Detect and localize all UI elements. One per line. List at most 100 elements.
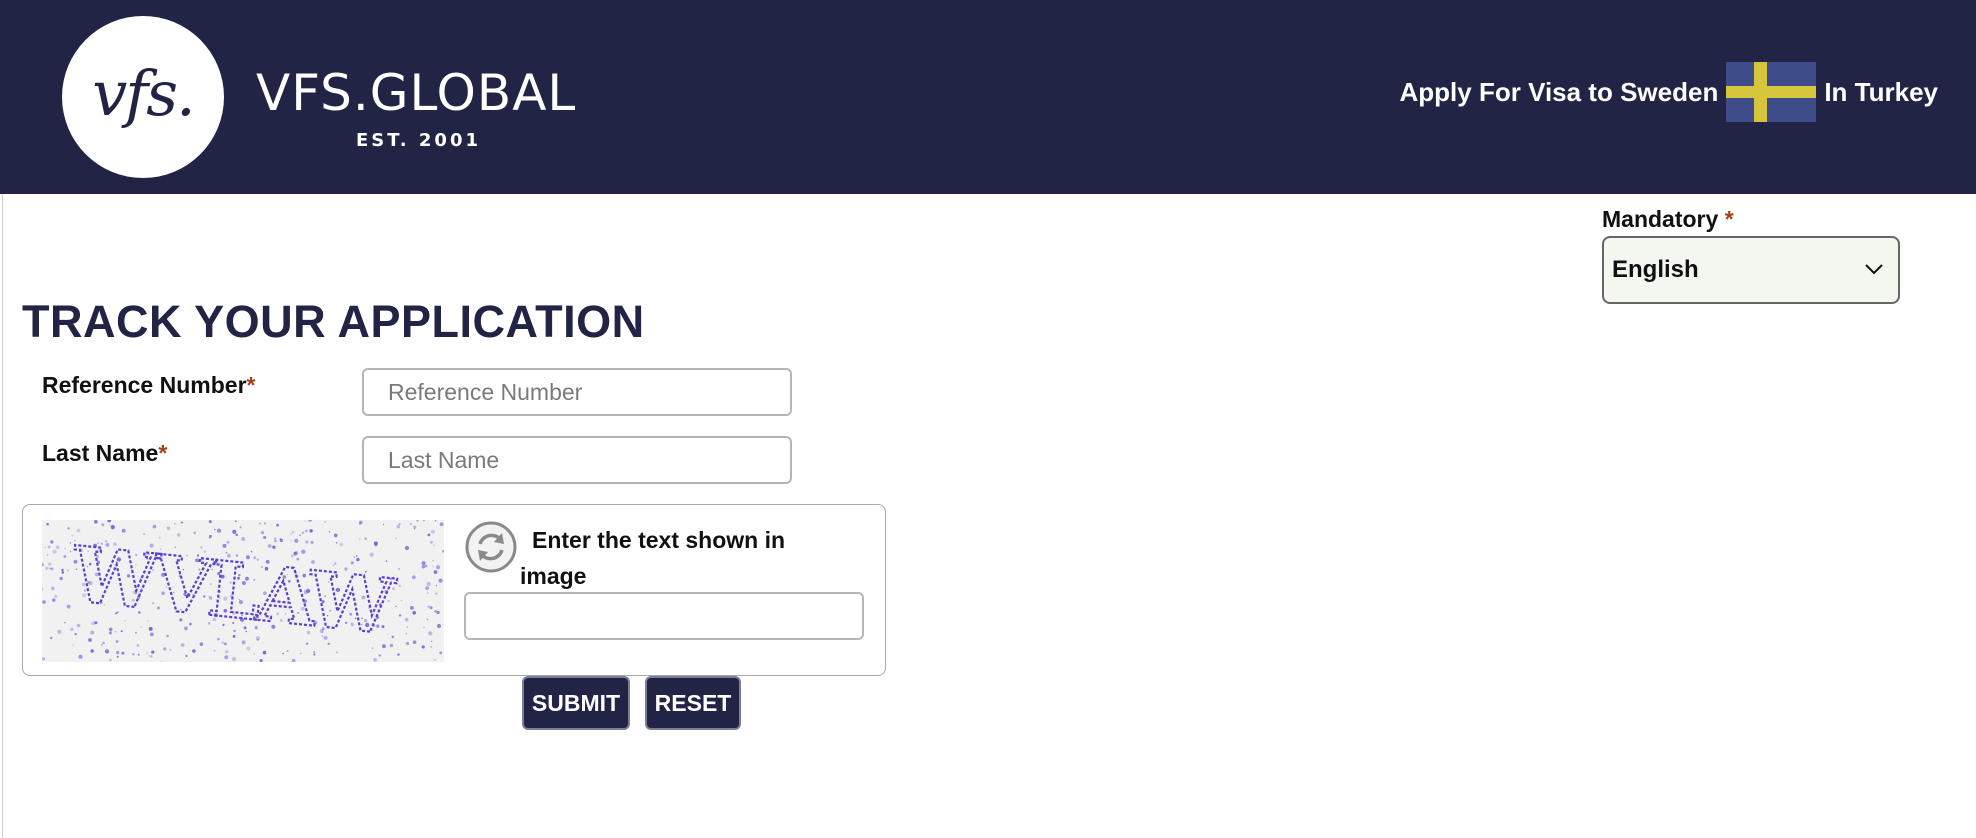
captcha-noise-dot bbox=[208, 520, 212, 524]
captcha-noise-dot bbox=[208, 536, 211, 539]
required-marker: * bbox=[1724, 206, 1734, 232]
captcha-noise-dot bbox=[389, 643, 394, 648]
captcha-noise-dot bbox=[364, 537, 367, 540]
captcha-noise-dot bbox=[136, 644, 140, 647]
captcha-noise-dot bbox=[241, 537, 246, 541]
reference-number-input[interactable] bbox=[362, 368, 792, 416]
captcha-noise-dot bbox=[246, 646, 251, 651]
last-name-label-text: Last Name bbox=[42, 440, 159, 466]
captcha-noise-dot bbox=[333, 533, 338, 538]
captcha-noise-dot bbox=[46, 522, 49, 526]
last-name-input[interactable] bbox=[362, 436, 792, 484]
captcha-noise-dot bbox=[426, 581, 431, 587]
captcha-noise-dot bbox=[232, 657, 237, 662]
captcha-noise-dot bbox=[149, 632, 154, 637]
captcha-noise-dot bbox=[410, 606, 414, 610]
captcha-noise-dot bbox=[427, 605, 430, 608]
captcha-noise-dot bbox=[221, 641, 225, 644]
captcha-noise-dot bbox=[436, 565, 441, 570]
captcha-noise-dot bbox=[425, 586, 429, 591]
page: vfs. VFS.GLOBAL EST. 2001 Apply For Visa… bbox=[0, 0, 1976, 838]
captcha-noise-dot bbox=[286, 650, 289, 652]
captcha-noise-dot bbox=[413, 525, 417, 529]
captcha-noise-dot bbox=[263, 535, 267, 540]
captcha-noise-dot bbox=[94, 520, 98, 524]
brand-established: EST. 2001 bbox=[356, 130, 482, 151]
captcha-noise-dot bbox=[274, 539, 277, 543]
captcha-noise-dot bbox=[42, 600, 46, 604]
captcha-noise-dot bbox=[66, 569, 69, 572]
captcha-noise-dot bbox=[339, 542, 343, 547]
captcha-noise-dot bbox=[272, 545, 276, 549]
captcha-noise-dot bbox=[433, 658, 436, 661]
captcha-noise-dot bbox=[224, 655, 229, 660]
brand-name: VFS.GLOBAL bbox=[256, 64, 577, 122]
captcha-noise-dot bbox=[262, 650, 267, 655]
captcha-noise-dot bbox=[115, 631, 117, 633]
captcha-noise-dot bbox=[146, 652, 149, 655]
captcha-noise-dot bbox=[132, 653, 135, 656]
captcha-noise-dot bbox=[431, 640, 433, 642]
captcha-noise-dot bbox=[400, 600, 403, 602]
captcha-noise-dot bbox=[152, 524, 157, 529]
captcha-noise-dot bbox=[94, 621, 98, 625]
captcha-noise-dot bbox=[430, 645, 433, 648]
captcha-noise-dot bbox=[61, 571, 65, 574]
submit-button[interactable]: SUBMIT bbox=[522, 676, 630, 730]
language-select[interactable]: English bbox=[1602, 236, 1900, 304]
captcha-noise-dot bbox=[412, 611, 417, 615]
captcha-noise-dot bbox=[431, 529, 435, 534]
captcha-noise-dot bbox=[274, 537, 277, 540]
captcha-noise-dot bbox=[48, 562, 52, 566]
captcha-noise-dot bbox=[143, 533, 145, 535]
refresh-icon[interactable] bbox=[464, 520, 518, 574]
captcha-noise-dot bbox=[294, 538, 299, 543]
captcha-noise-dot bbox=[313, 653, 316, 656]
captcha-noise-dot bbox=[378, 654, 381, 657]
captcha-noise-dot bbox=[137, 653, 140, 656]
captcha-noise-dot bbox=[74, 632, 77, 636]
last-name-label: Last Name* bbox=[42, 440, 167, 467]
captcha-noise-dot bbox=[193, 531, 197, 535]
captcha-noise-dot bbox=[225, 650, 229, 654]
captcha-noise-dot bbox=[148, 626, 153, 631]
captcha-noise-dot bbox=[432, 566, 434, 568]
captcha-noise-dot bbox=[300, 652, 302, 655]
captcha-noise-dot bbox=[49, 567, 51, 570]
captcha-noise-dot bbox=[304, 520, 306, 522]
content-border bbox=[2, 194, 3, 838]
captcha-noise-dot bbox=[148, 655, 150, 657]
captcha-noise-dot bbox=[174, 523, 176, 525]
captcha-noise-dot bbox=[90, 630, 95, 635]
captcha-noise-dot bbox=[115, 650, 120, 655]
captcha-noise-dot bbox=[166, 634, 169, 638]
captcha-noise-dot bbox=[57, 629, 62, 634]
captcha-noise-dot bbox=[421, 565, 425, 569]
captcha-noise-dot bbox=[42, 657, 46, 661]
captcha-input[interactable] bbox=[464, 592, 864, 640]
captcha-noise-dot bbox=[63, 555, 67, 558]
vfs-logo[interactable]: vfs. bbox=[62, 16, 224, 178]
captcha-noise-dot bbox=[429, 540, 433, 544]
captcha-noise-dot bbox=[304, 529, 308, 533]
captcha-noise-dot bbox=[110, 525, 115, 530]
captcha-noise-dot bbox=[406, 642, 409, 645]
captcha-noise-dot bbox=[310, 540, 314, 544]
captcha-noise-dot bbox=[309, 529, 313, 533]
captcha-noise-dot bbox=[421, 561, 426, 566]
captcha-noise-dot bbox=[64, 547, 66, 550]
chevron-down-icon bbox=[1865, 264, 1883, 275]
captcha-noise-dot bbox=[61, 568, 64, 572]
site-header: vfs. VFS.GLOBAL EST. 2001 Apply For Visa… bbox=[0, 0, 1976, 194]
captcha-noise-dot bbox=[78, 654, 83, 659]
captcha-noise-dot bbox=[151, 650, 155, 654]
reset-button[interactable]: RESET bbox=[645, 676, 741, 730]
captcha-noise-dot bbox=[102, 641, 105, 645]
captcha-noise-dot bbox=[235, 533, 238, 537]
captcha-noise-dot bbox=[435, 592, 438, 595]
captcha-noise-dot bbox=[373, 658, 377, 662]
captcha-noise-dot bbox=[108, 631, 112, 635]
captcha-noise-dot bbox=[434, 609, 437, 613]
captcha-noise-dot bbox=[232, 529, 237, 534]
captcha-noise-dot bbox=[282, 652, 284, 655]
